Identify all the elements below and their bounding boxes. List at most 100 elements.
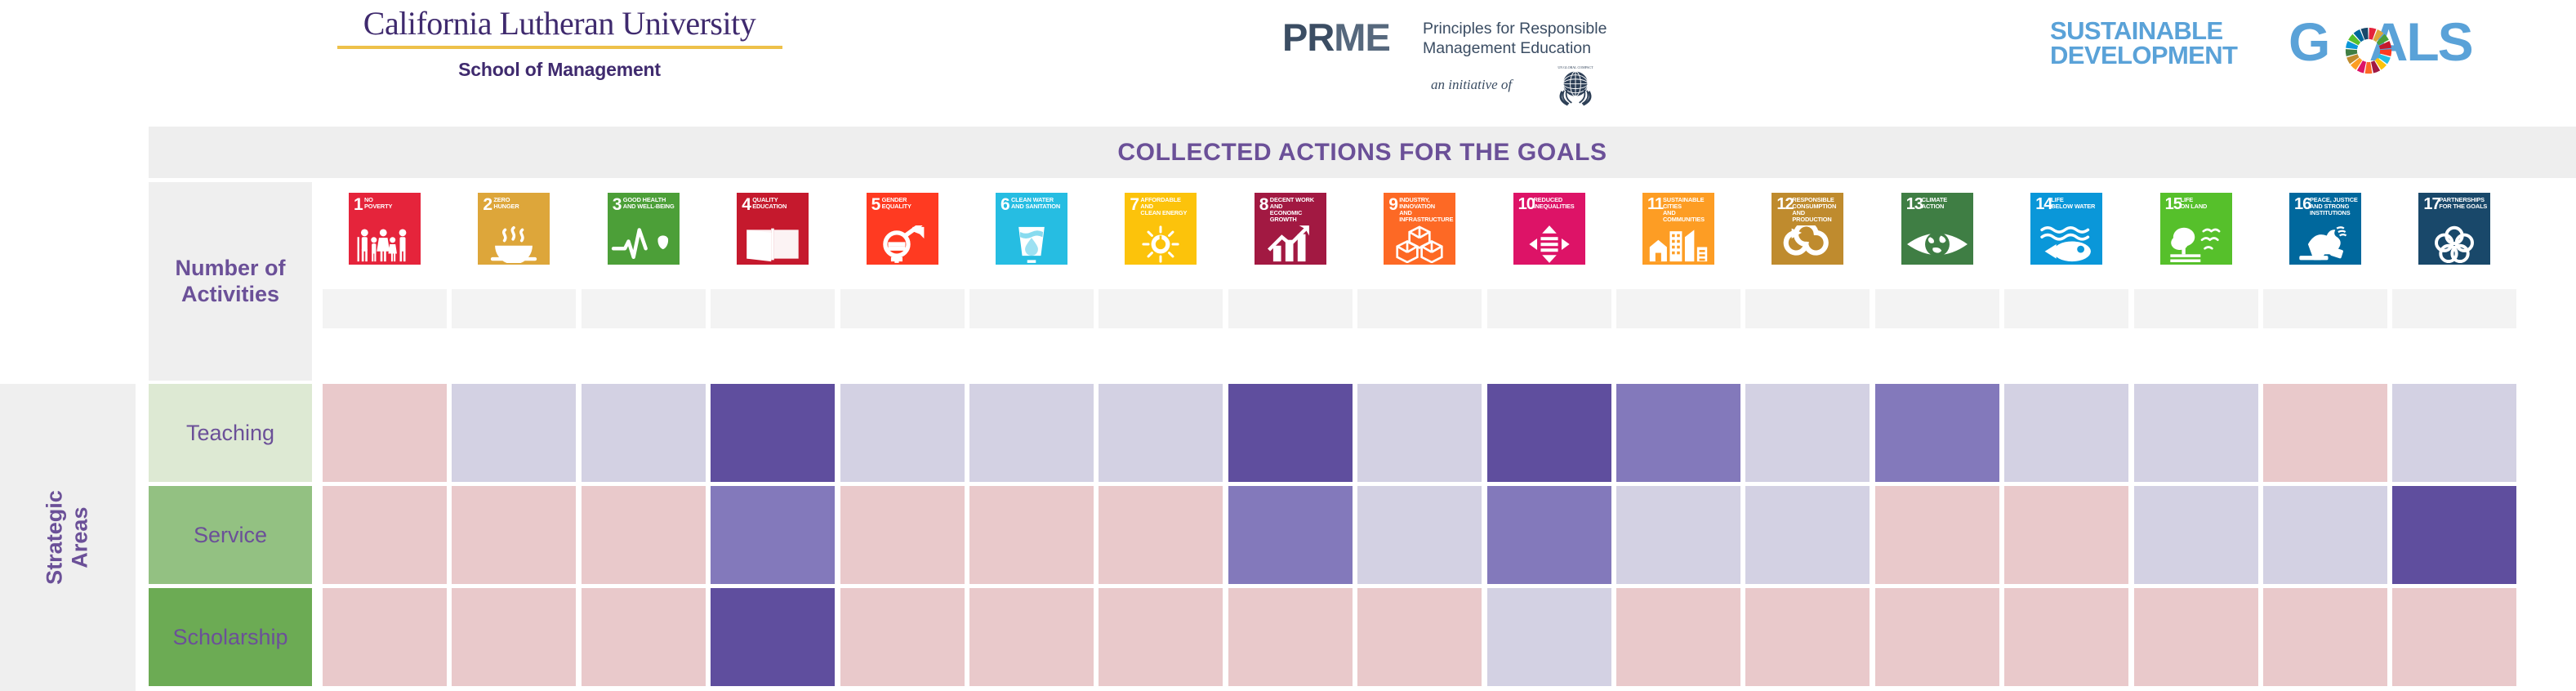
stacked-cubes-icon [1384, 225, 1455, 264]
sdg-goal-16[interactable]: 16 PEACE, JUSTICE AND STRONG INSTITUTIONS [2263, 193, 2387, 265]
gender-equality-icon [867, 222, 938, 263]
strategic-area-row-service[interactable]: Service [149, 486, 312, 584]
sdg-tile-6: 6 CLEAN WATER AND SANITATION [996, 193, 1067, 265]
heatmap-cell[interactable] [2133, 588, 2258, 686]
page-title: COLLECTED ACTIONS FOR THE GOALS [1117, 138, 1607, 166]
heatmap-cell[interactable] [323, 486, 447, 584]
sdg-goal-14[interactable]: 14 LIFE BELOW WATER [2004, 193, 2128, 265]
heatmap-cell[interactable] [2004, 588, 2129, 686]
sdg-goal-2[interactable]: 2 ZERO HUNGER [452, 193, 576, 265]
sdg-goal-8[interactable]: 8 DECENT WORK AND ECONOMIC GROWTH [1228, 193, 1353, 265]
sdg-goal-5[interactable]: 5 GENDER EQUALITY [840, 193, 965, 265]
activity-count-cell-16 [2263, 289, 2387, 328]
activity-count-cell-15 [2133, 289, 2258, 328]
heatmap-cell[interactable] [1874, 588, 1999, 686]
heatmap-cell[interactable] [1228, 384, 1353, 482]
heatmap-cell[interactable] [1486, 486, 1611, 584]
strategic-area-row-teaching[interactable]: Teaching [149, 384, 312, 482]
heatmap-cell[interactable] [1616, 384, 1740, 482]
heatmap-cell[interactable] [581, 588, 706, 686]
sdg-goal-13[interactable]: 13 CLIMATE ACTION [1875, 193, 1999, 265]
sdg-number-1: 1 [354, 195, 363, 214]
sdg-label-8: DECENT WORK AND ECONOMIC GROWTH [1269, 196, 1314, 224]
heatmap-cell[interactable] [452, 384, 577, 482]
heatmap-cell[interactable] [1357, 486, 1482, 584]
heatmap-cell[interactable] [1099, 486, 1223, 584]
sdg-label-2: ZERO HUNGER [493, 196, 519, 211]
sdg-label-1: NO POVERTY [364, 196, 393, 211]
heatmap-cell[interactable] [840, 588, 965, 686]
sdg-number-14: 14 [2035, 195, 2052, 213]
strategic-area-row-scholarship[interactable]: Scholarship [149, 588, 312, 686]
sdg-goal-4[interactable]: 4 QUALITY EDUCATION [711, 193, 835, 265]
sdg-tile-2: 2 ZERO HUNGER [478, 193, 550, 265]
university-name: California Lutheran University [363, 5, 756, 42]
sdg-icon-row: 1 NO POVERTY 2 ZERO HUNGER 3 GOOD HEALTH AN… [323, 193, 2570, 332]
heatmap-cell[interactable] [711, 588, 836, 686]
heatmap-cell[interactable] [1228, 588, 1353, 686]
heatmap-cell[interactable] [581, 384, 706, 482]
heatmap-cell[interactable] [1745, 384, 1870, 482]
sdg-goal-10[interactable]: 10 REDUCED INEQUALITIES [1487, 193, 1611, 265]
heatmap-cell[interactable] [840, 486, 965, 584]
heatmap-cell[interactable] [452, 588, 577, 686]
interlocking-circles-icon [2418, 225, 2490, 264]
heatmap-cell[interactable] [1486, 588, 1611, 686]
sdg-goal-1[interactable]: 1 NO POVERTY [323, 193, 447, 265]
strategic-area-label: Teaching [185, 420, 275, 445]
sdg-wordmark: SUSTAINABLE DEVELOPMENT [2050, 16, 2238, 70]
heatmap-cell[interactable] [452, 486, 577, 584]
sdg-goal-6[interactable]: 6 CLEAN WATER AND SANITATION [969, 193, 1094, 265]
growth-bar-chart-icon [1255, 225, 1326, 263]
heatmap-cell[interactable] [323, 588, 447, 686]
sdg-number-16: 16 [2294, 195, 2311, 213]
heatmap-cell[interactable] [1616, 588, 1740, 686]
heatmap-cell[interactable] [581, 486, 706, 584]
sdg-goal-3[interactable]: 3 GOOD HEALTH AND WELL-BEING [582, 193, 706, 265]
heatmap-cell[interactable] [1486, 384, 1611, 482]
sdg-number-7: 7 [1130, 195, 1139, 214]
heatmap-cell[interactable] [2263, 486, 2387, 584]
heatmap-cell[interactable] [1228, 486, 1353, 584]
heatmap-cell[interactable] [969, 384, 1094, 482]
heatmap-cell[interactable] [1874, 486, 1999, 584]
heatmap-cell[interactable] [1099, 588, 1223, 686]
sdg-goal-7[interactable]: 7 AFFORDABLE AND CLEAN ENERGY [1099, 193, 1223, 265]
heatmap-cell[interactable] [1357, 384, 1482, 482]
number-of-activities-header: Number of Activities [149, 182, 312, 381]
heatmap-cell[interactable] [1874, 384, 1999, 482]
sdg-goal-17[interactable]: 17 PARTNERSHIPS FOR THE GOALS [2392, 193, 2516, 265]
heatmap-cell[interactable] [969, 486, 1094, 584]
heatmap-cell[interactable] [2392, 384, 2517, 482]
sdg-label-16: PEACE, JUSTICE AND STRONG INSTITUTIONS [2310, 196, 2358, 217]
heatmap-cell[interactable] [969, 588, 1094, 686]
heatmap-cell[interactable] [2133, 486, 2258, 584]
sdg-tile-16: 16 PEACE, JUSTICE AND STRONG INSTITUTIONS [2289, 193, 2361, 265]
sdg-tile-9: 9 INDUSTRY, INNOVATION AND INFRASTRUCTURE [1384, 193, 1456, 265]
heatmap-cell[interactable] [2133, 384, 2258, 482]
heatmap-cell[interactable] [1616, 486, 1740, 584]
sdg-goal-11[interactable]: 11 SUSTAINABLE CITIES AND COMMUNITIES [1616, 193, 1740, 265]
heatmap-cell[interactable] [840, 384, 965, 482]
activity-count-cell-7 [1099, 289, 1223, 328]
heatmap-cell[interactable] [711, 384, 836, 482]
heatmap-cell[interactable] [1745, 486, 1870, 584]
heatmap-cell[interactable] [2392, 486, 2517, 584]
heatmap-cell[interactable] [1099, 384, 1223, 482]
steaming-bowl-icon [478, 225, 550, 265]
heatmap-cell[interactable] [1357, 588, 1482, 686]
heatmap-cell[interactable] [2004, 384, 2129, 482]
sdg-goal-12[interactable]: 12 RESPONSIBLE CONSUMPTION AND PRODUCTION [1745, 193, 1870, 265]
heatmap-cell[interactable] [2263, 588, 2387, 686]
family-group-icon [349, 225, 421, 263]
heatmap-cell[interactable] [1745, 588, 1870, 686]
sdg-goal-15[interactable]: 15 LIFE ON LAND [2134, 193, 2258, 265]
sdg-number-10: 10 [1518, 195, 1535, 213]
infinity-loop-icon [1772, 221, 1843, 263]
heatmap-cell[interactable] [323, 384, 447, 482]
heatmap-cell[interactable] [2004, 486, 2129, 584]
heatmap-cell[interactable] [2392, 588, 2517, 686]
sdg-goal-9[interactable]: 9 INDUSTRY, INNOVATION AND INFRASTRUCTURE [1357, 193, 1482, 265]
heatmap-cell[interactable] [711, 486, 836, 584]
heatmap-cell[interactable] [2263, 384, 2387, 482]
